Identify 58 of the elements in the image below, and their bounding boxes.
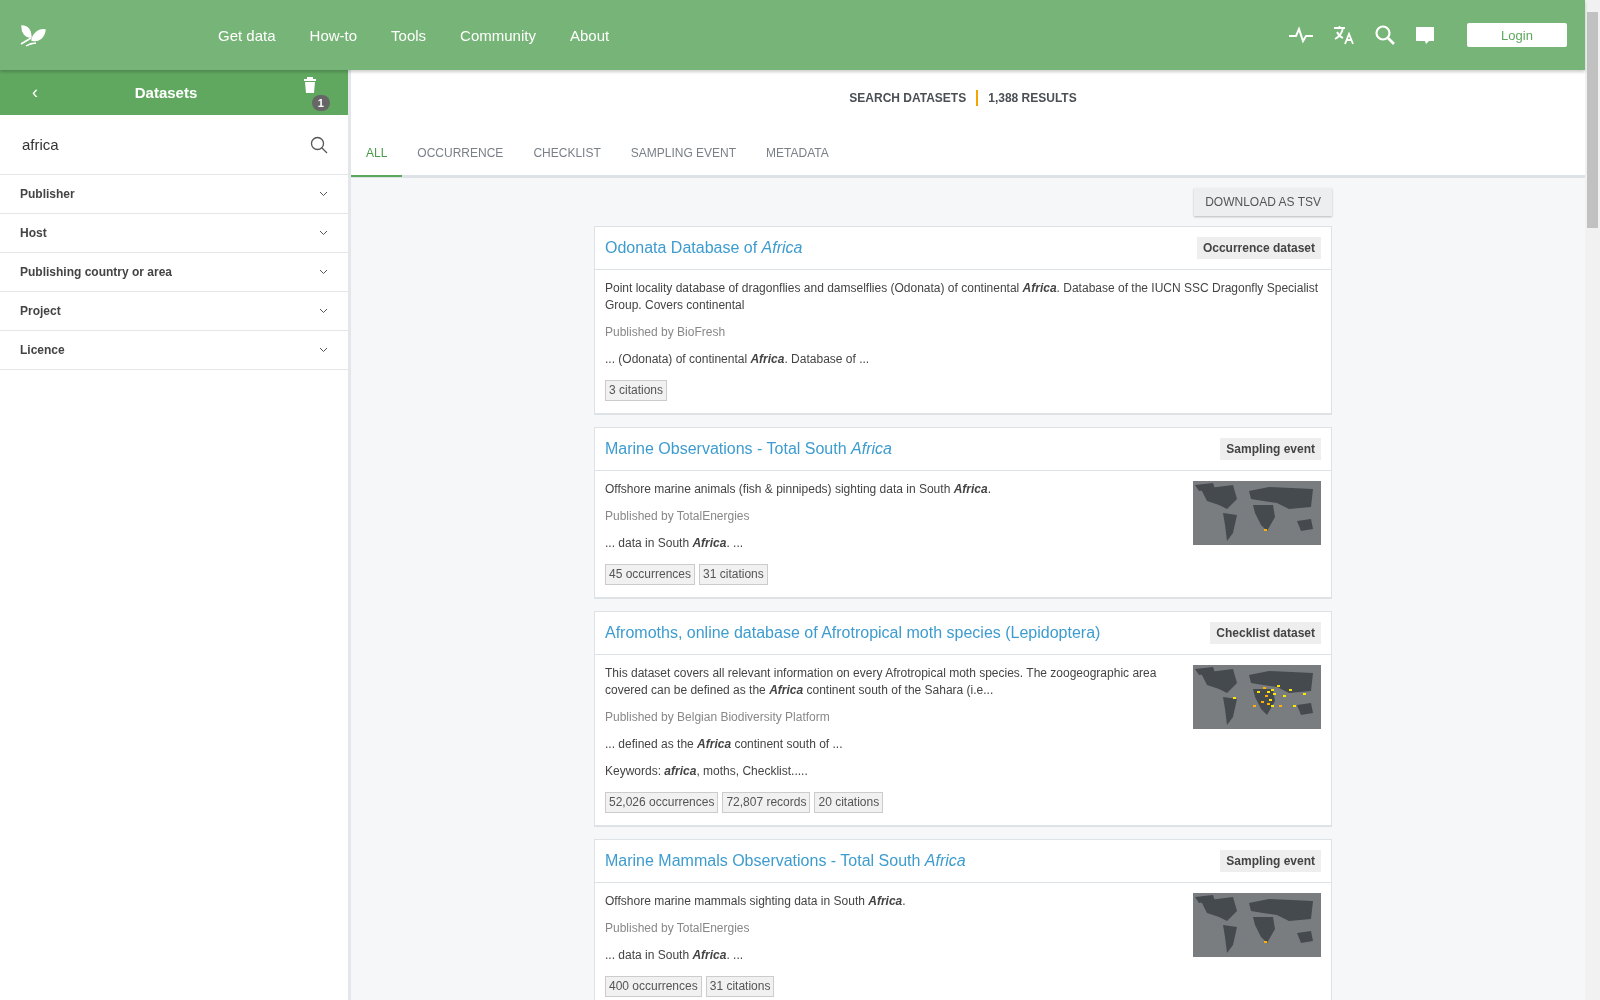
- dataset-title[interactable]: Afromoths, online database of Afrotropical moth species (Lepidoptera): [605, 624, 1101, 642]
- dataset-type-tag: Sampling event: [1220, 850, 1321, 872]
- publisher-text: Published by TotalEnergies: [605, 920, 751, 937]
- scrollbar[interactable]: [1585, 0, 1600, 1000]
- nav-link[interactable]: Get data: [206, 18, 288, 52]
- results-count: 1,388 RESULTS: [988, 90, 1077, 105]
- count-tag: 31 citations: [699, 564, 768, 585]
- count-tag: 400 occurrences: [605, 976, 702, 997]
- dataset-type-tag: Checklist dataset: [1210, 622, 1321, 644]
- login-button[interactable]: Login: [1467, 23, 1567, 47]
- match-snippet: Keywords: africa, moths, Checklist.....: [605, 763, 809, 780]
- translate-icon[interactable]: [1332, 23, 1356, 47]
- type-tab[interactable]: CHECKLIST: [518, 146, 616, 177]
- results-label: SEARCH DATASETS: [849, 90, 967, 105]
- dataset-title[interactable]: Marine Mammals Observations - Total South Africa: [605, 852, 966, 870]
- nav-link[interactable]: How-to: [297, 18, 370, 52]
- type-tab[interactable]: METADATA: [751, 146, 844, 177]
- nav-link[interactable]: Community: [448, 18, 548, 52]
- dataset-type-tag: Sampling event: [1220, 438, 1321, 460]
- filter-count-badge: 1: [311, 94, 330, 111]
- count-tag: 3 citations: [605, 380, 668, 401]
- publisher-text: Published by BioFresh: [605, 324, 727, 341]
- dataset-description: Offshore marine animals (fish & pinnipeds) sighting data in South Africa.: [605, 481, 992, 498]
- publisher-text: Published by TotalEnergies: [605, 508, 751, 525]
- publisher-text: Published by Belgian Biodiversity Platform: [605, 709, 831, 726]
- dataset-description: This dataset covers all relevant information on every Afrotropical moth species. The zoogeographic area covered can be defined as the Africa continent south of the Sahara (i.e...: [605, 665, 1158, 699]
- match-snippet: ... defined as the Africa continent south of ...: [605, 736, 844, 753]
- chevron-down-icon: [319, 269, 328, 275]
- count-tag: 45 occurrences: [605, 564, 696, 585]
- chevron-down-icon: [319, 308, 328, 314]
- match-snippet: ... data in South Africa. ...: [605, 947, 745, 964]
- activity-icon[interactable]: [1288, 25, 1314, 45]
- match-snippet: ... data in South Africa. ...: [605, 535, 745, 552]
- nav-link[interactable]: Tools: [379, 18, 439, 52]
- dataset-type-tag: Occurrence dataset: [1196, 237, 1321, 259]
- nav-link[interactable]: About: [557, 18, 622, 52]
- count-tag: 31 citations: [705, 976, 775, 997]
- download-button[interactable]: DOWNLOAD AS TSV: [1194, 188, 1332, 216]
- chevron-down-icon: [319, 230, 328, 236]
- count-tag: 20 citations: [814, 792, 884, 813]
- dataset-description: Point locality database of dragonflies and damselflies (Odonata) of continental Africa. Database of the IUCN SSC Dragonfly Specialist Group. Covers continental: [605, 280, 1320, 314]
- chevron-down-icon: [319, 191, 328, 197]
- type-tab[interactable]: ALL: [351, 146, 403, 177]
- type-tab[interactable]: SAMPLING EVENT: [615, 146, 752, 177]
- sidebar-title: Datasets: [134, 84, 198, 101]
- dataset-title[interactable]: Odonata Database of Africa: [605, 239, 803, 257]
- chat-icon[interactable]: [1414, 24, 1436, 46]
- dataset-title[interactable]: Marine Observations - Total South Africa: [605, 440, 892, 458]
- search-icon[interactable]: [310, 135, 328, 154]
- count-tag: 52,026 occurrences: [605, 792, 719, 813]
- chevron-down-icon: [319, 347, 328, 353]
- back-button[interactable]: ‹: [28, 82, 42, 103]
- clear-filters-button[interactable]: 1: [290, 74, 330, 111]
- trash-icon: [303, 76, 317, 93]
- count-tag: 72,807 records: [722, 792, 811, 813]
- type-tab[interactable]: OCCURRENCE: [402, 146, 519, 177]
- dataset-description: Offshore marine mammals sighting data in South Africa.: [605, 893, 907, 910]
- match-snippet: ... (Odonata) of continental Africa. Database of ...: [605, 351, 871, 368]
